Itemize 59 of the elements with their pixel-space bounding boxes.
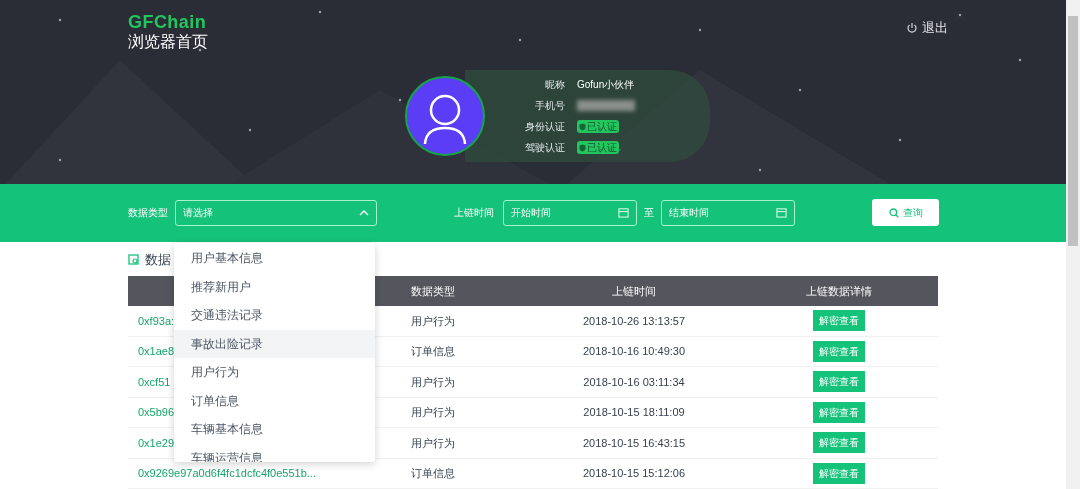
logo: GFChain (128, 13, 208, 31)
time-cell-text: 2018-10-15 15:12:06 (582, 466, 686, 481)
column-header: 上链数据详情 (806, 283, 872, 299)
section-title: 数据 (145, 250, 171, 269)
column-header: 上链时间 (612, 283, 656, 299)
time-cell-text: 2018-10-16 03:11:34 (583, 374, 685, 390)
type-cell-text: 订单信息 (411, 466, 455, 481)
hash-link[interactable]: 0xcf51 (138, 375, 171, 388)
calendar-icon (776, 207, 787, 219)
column-header: 数据类型 (411, 283, 455, 299)
scrollbar[interactable] (1066, 0, 1080, 489)
field-label: 手机号 (534, 99, 565, 113)
decrypt-button[interactable]: 解密查看 (813, 462, 865, 484)
field-label: 昵称 (544, 78, 565, 92)
verified-badge: 已认证 (577, 141, 619, 154)
dropdown-option[interactable]: 用户基本信息 (174, 244, 375, 273)
power-icon (906, 22, 918, 34)
nickname-value: Gofun小伙伴 (577, 78, 635, 92)
time-label: 上链时间 (454, 206, 494, 221)
decrypt-button[interactable]: 解密查看 (813, 371, 865, 393)
time-cell-text: 2018-10-26 13:13:57 (582, 313, 686, 329)
field-label: 身份认证 (524, 120, 565, 134)
dropdown-option[interactable]: 交通违法记录 (174, 301, 375, 330)
dropdown-option[interactable]: 推荐新用户 (174, 272, 375, 301)
decrypt-button[interactable]: 解密查看 (813, 310, 865, 332)
hash-link[interactable]: 0x9269e97a0d6f4fc1dcfc4f0e551b... (138, 467, 316, 479)
dropdown-option[interactable]: 事故出险记录 (174, 329, 375, 358)
page-title: 浏览器首页 (128, 34, 208, 50)
hash-link[interactable]: 0x1ae8 (138, 345, 175, 357)
field-label: 驾驶认证 (524, 141, 565, 155)
start-date-field[interactable]: 开始时间 (503, 199, 637, 226)
time-cell-text: 2018-10-16 10:49:30 (582, 344, 686, 359)
decrypt-button[interactable]: 解密查看 (813, 432, 865, 454)
dropdown-option[interactable]: 车辆基本信息 (174, 415, 375, 444)
dropdown-option[interactable]: 订单信息 (174, 386, 375, 415)
type-label: 数据类型 (128, 206, 168, 221)
decrypt-button[interactable]: 解密查看 (813, 340, 865, 362)
end-date-field[interactable]: 结束时间 (661, 199, 795, 226)
search-button[interactable]: 查询 (872, 199, 939, 227)
type-cell-text: 用户行为 (411, 405, 455, 420)
hash-link[interactable]: 0x5b96 (138, 406, 175, 418)
document-search-icon (128, 253, 140, 266)
dropdown-option[interactable]: 用户行为 (174, 358, 375, 387)
search-icon (888, 207, 899, 218)
time-cell-text: 2018-10-15 16:43:15 (582, 435, 686, 451)
hash-link[interactable]: 0xf93a: (138, 314, 175, 327)
type-select[interactable]: 请选择 (175, 199, 377, 226)
verified-badge: 已认证 (577, 120, 619, 133)
type-cell-text: 订单信息 (411, 344, 455, 359)
logout-button[interactable]: 退出 (906, 18, 948, 38)
time-cell-text: 2018-10-15 18:11:09 (583, 405, 685, 420)
blurred-phone (577, 100, 635, 111)
hash-link[interactable]: 0x1e29 (138, 436, 175, 449)
type-cell-text: 用户行为 (411, 374, 455, 390)
calendar-icon (618, 207, 629, 219)
type-cell-text: 用户行为 (411, 313, 455, 329)
range-separator: 至 (644, 206, 654, 221)
type-cell-text: 用户行为 (411, 435, 455, 451)
decrypt-button[interactable]: 解密查看 (813, 401, 865, 423)
